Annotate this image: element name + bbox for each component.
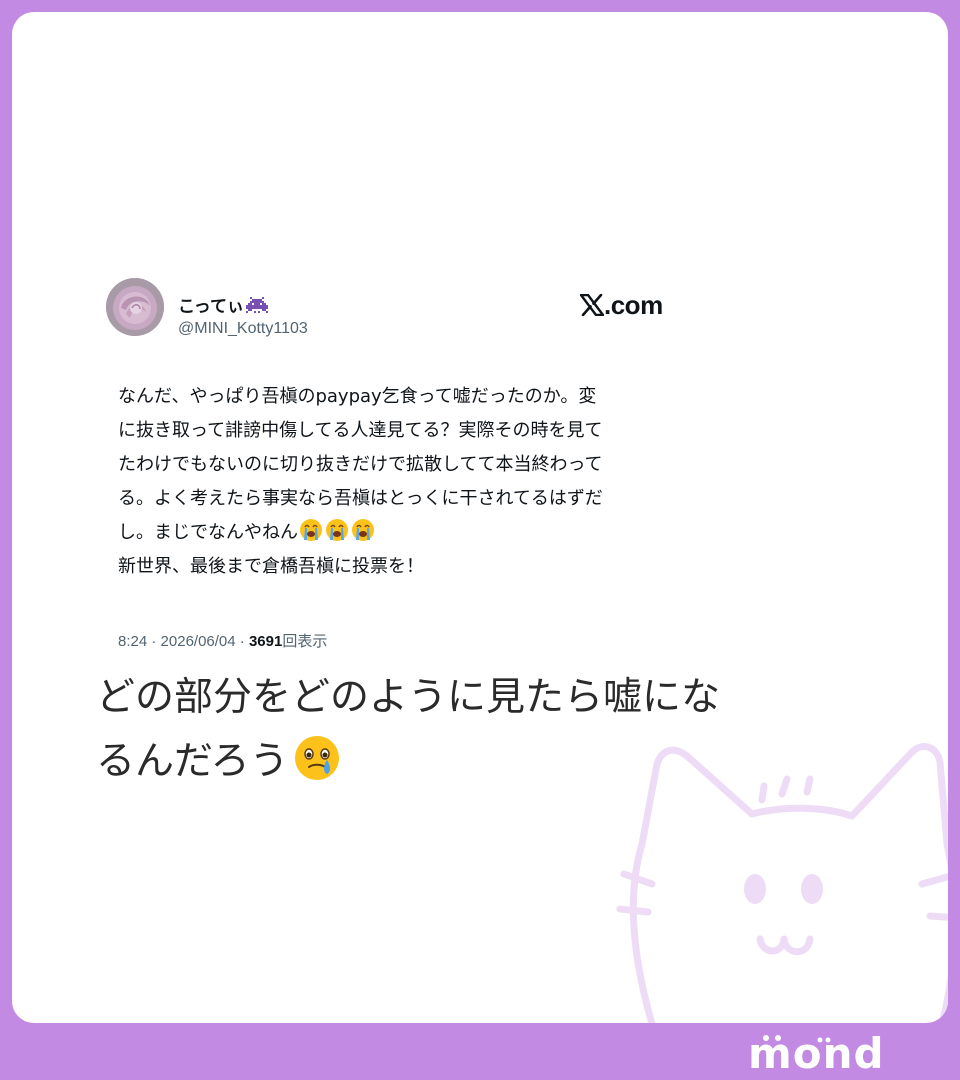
comment-text: どの部分をどのように見たら嘘にな るんだろう: [96, 666, 720, 794]
card: こってぃ @MINI_Kotty1103 .com なんだ、やっぱり吾槇のpay…: [12, 12, 948, 1023]
views-count: 3691: [248, 633, 283, 650]
meta-separator: ·: [151, 633, 161, 650]
tweet-meta: 8:24 · 2026/06/04 · 3691回表示: [118, 630, 327, 651]
tweet-date[interactable]: 2026/06/04: [161, 633, 236, 650]
loudly-crying-face-icon: [300, 519, 322, 541]
rose-avatar-icon: [106, 278, 164, 336]
loudly-crying-face-icon: [352, 519, 374, 541]
tweet-line-with-emoji: し。まじでなんやねん: [118, 516, 718, 550]
views-label: 回表示: [282, 633, 328, 650]
avatar[interactable]: [106, 278, 164, 336]
tweet-line: に抜き取って誹謗中傷してる人達見てる？実際その時を見て: [118, 420, 603, 441]
source-domain: .com: [604, 290, 663, 320]
tweet-line: る。よく考えたら事実なら吾槇はとっくに干されてるはずだ: [118, 488, 603, 509]
display-name[interactable]: こってぃ: [178, 292, 268, 317]
user-handle[interactable]: @MINI_Kotty1103: [178, 320, 308, 338]
svg-text:mond: mond: [748, 1029, 885, 1076]
invader-icon: [245, 297, 268, 313]
tweet-line: たわけでもないのに切り抜きだけで拡散してて本当終わって: [118, 454, 603, 475]
meta-separator: ·: [239, 633, 249, 650]
tweet-header: こってぃ @MINI_Kotty1103 .com: [106, 278, 726, 340]
x-logo-icon: [580, 294, 604, 316]
tweet-line: なんだ、やっぱり吾槇のpaypay乞食って嘘だったのか。変: [118, 386, 597, 407]
loudly-crying-face-icon: [326, 519, 348, 541]
tweet-text: なんだ、やっぱり吾槇のpaypay乞食って嘘だったのか。変 に抜き取って誹謗中傷…: [118, 380, 718, 584]
embedded-tweet[interactable]: こってぃ @MINI_Kotty1103 .com なんだ、やっぱり吾槇のpay…: [106, 278, 726, 650]
face-holding-back-tears-icon: [294, 736, 339, 780]
mond-logo-icon: mond: [748, 1029, 885, 1076]
comment-line: どの部分をどのように見たら嘘にな: [96, 675, 721, 720]
tweet-line: し。まじでなんやねん: [118, 522, 298, 543]
comment-line: るんだろう: [96, 739, 289, 784]
comment-line-with-emoji: るんだろう: [96, 730, 720, 794]
source-link[interactable]: .com: [580, 290, 663, 321]
display-name-text: こってぃ: [178, 297, 244, 317]
tweet-line: 新世界、最後まで倉橋吾槇に投票を！: [118, 556, 424, 577]
tweet-time[interactable]: 8:24: [118, 633, 147, 650]
